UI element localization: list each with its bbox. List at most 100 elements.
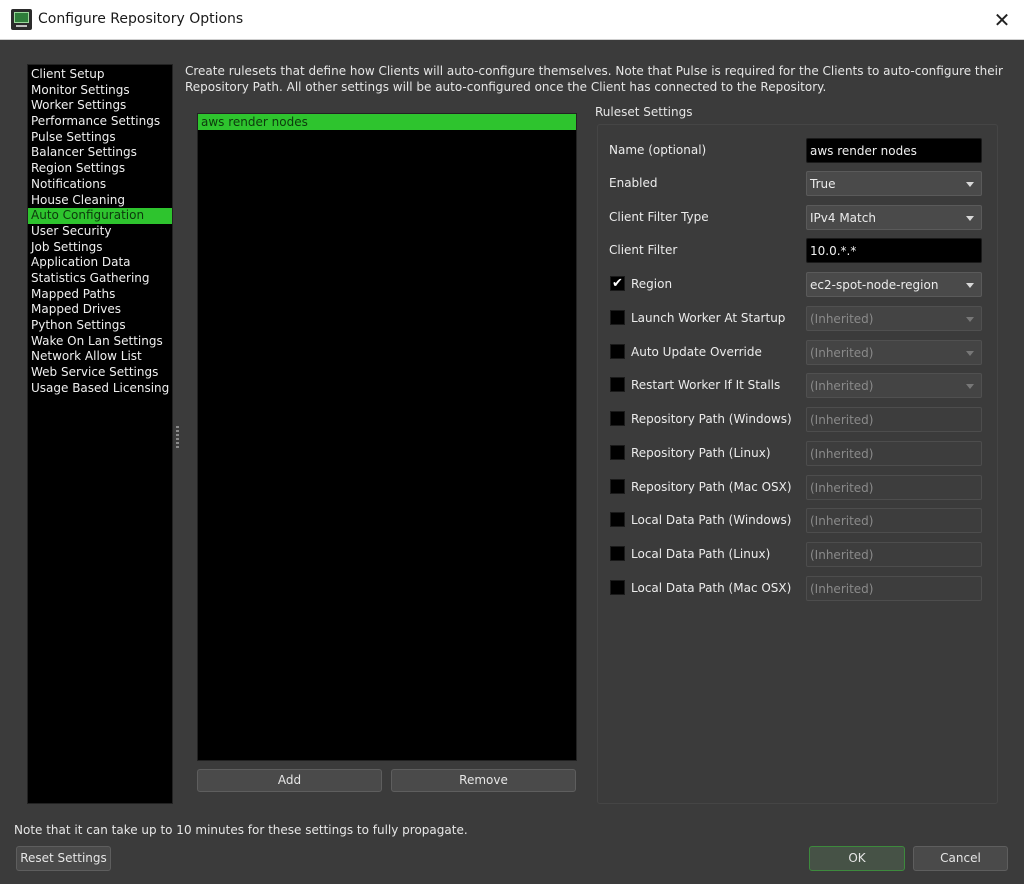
dialog-body: Client Setup Monitor Settings Worker Setti…: [0, 40, 1024, 884]
setting-row-restart-worker-if-it-stalls: Restart Worker If It Stalls (Inherited): [608, 373, 982, 399]
auto-update-override-checkbox[interactable]: [610, 344, 625, 359]
enabled-dropdown[interactable]: True: [806, 171, 982, 196]
sidebar-item-network-allow-list[interactable]: Network Allow List: [28, 349, 172, 365]
local-data-path-mac-osx-checkbox[interactable]: [610, 580, 625, 595]
setting-row-launch-worker-at-startup: Launch Worker At Startup (Inherited): [608, 306, 982, 332]
sidebar-item-statistics-gathering[interactable]: Statistics Gathering: [28, 271, 172, 287]
region-checkbox[interactable]: ✔: [610, 276, 625, 291]
repository-path-mac-osx-label: Repository Path (Mac OSX): [631, 480, 792, 494]
auto-update-override-dropdown: (Inherited): [806, 340, 982, 365]
repository-path-linux-checkbox[interactable]: [610, 445, 625, 460]
sidebar-item-worker-settings[interactable]: Worker Settings: [28, 98, 172, 114]
chevron-down-icon: [966, 384, 974, 389]
name-optional-input[interactable]: aws render nodes: [806, 138, 982, 163]
sidebar-item-client-setup[interactable]: Client Setup: [28, 67, 172, 83]
ruleset-list[interactable]: aws render nodes: [197, 113, 577, 761]
repository-path-mac-osx-value: (Inherited): [810, 481, 874, 495]
local-data-path-mac-osx-input: (Inherited): [806, 576, 982, 601]
sidebar-item-performance-settings[interactable]: Performance Settings: [28, 114, 172, 130]
reset-settings-button[interactable]: Reset Settings: [16, 846, 111, 871]
sidebar-item-python-settings[interactable]: Python Settings: [28, 318, 172, 334]
repository-path-linux-value: (Inherited): [810, 447, 874, 461]
setting-row-repository-path-linux: Repository Path (Linux) (Inherited): [608, 441, 982, 467]
checkmark-icon: ✔: [612, 276, 623, 291]
client-filter-type-dropdown[interactable]: IPv4 Match: [806, 205, 982, 230]
sidebar-item-job-settings[interactable]: Job Settings: [28, 240, 172, 256]
sidebar-item-notifications[interactable]: Notifications: [28, 177, 172, 193]
region-dropdown[interactable]: ec2-spot-node-region: [806, 272, 982, 297]
ruleset-settings-title: Ruleset Settings: [595, 105, 693, 119]
sidebar-item-wake-on-lan-settings[interactable]: Wake On Lan Settings: [28, 334, 172, 350]
repository-path-windows-value: (Inherited): [810, 413, 874, 427]
remove-button[interactable]: Remove: [391, 769, 576, 792]
setting-row-client-filter-type: Client Filter Type IPv4 Match: [608, 205, 982, 231]
local-data-path-mac-osx-label: Local Data Path (Mac OSX): [631, 581, 792, 595]
setting-row-repository-path-mac-osx: Repository Path (Mac OSX) (Inherited): [608, 475, 982, 501]
client-filter-type-label: Client Filter Type: [609, 210, 709, 224]
restart-worker-if-it-stalls-checkbox[interactable]: [610, 377, 625, 392]
setting-row-name-optional: Name (optional) aws render nodes: [608, 138, 982, 164]
sidebar-item-balancer-settings[interactable]: Balancer Settings: [28, 145, 172, 161]
sidebar-item-mapped-paths[interactable]: Mapped Paths: [28, 287, 172, 303]
restart-worker-if-it-stalls-label: Restart Worker If It Stalls: [631, 378, 781, 392]
repository-path-mac-osx-input: (Inherited): [806, 475, 982, 500]
add-button[interactable]: Add: [197, 769, 382, 792]
sidebar-item-usage-based-licensing[interactable]: Usage Based Licensing: [28, 381, 172, 397]
sidebar-item-web-service-settings[interactable]: Web Service Settings: [28, 365, 172, 381]
local-data-path-windows-label: Local Data Path (Windows): [631, 513, 792, 527]
settings-category-list[interactable]: Client Setup Monitor Settings Worker Setti…: [27, 64, 173, 804]
local-data-path-windows-value: (Inherited): [810, 514, 874, 528]
splitter-handle[interactable]: [174, 64, 182, 804]
sidebar-item-region-settings[interactable]: Region Settings: [28, 161, 172, 177]
name-optional-label: Name (optional): [609, 143, 707, 157]
cancel-button[interactable]: Cancel: [913, 846, 1008, 871]
monitor-icon: [11, 9, 32, 30]
sidebar-item-mapped-drives[interactable]: Mapped Drives: [28, 302, 172, 318]
repository-path-windows-input: (Inherited): [806, 407, 982, 432]
region-value: ec2-spot-node-region: [810, 278, 939, 292]
chevron-down-icon: [966, 182, 974, 187]
local-data-path-linux-checkbox[interactable]: [610, 546, 625, 561]
enabled-value: True: [810, 177, 836, 191]
chevron-down-icon: [966, 351, 974, 356]
chevron-down-icon: [966, 216, 974, 221]
setting-row-local-data-path-windows: Local Data Path (Windows) (Inherited): [608, 508, 982, 534]
client-filter-type-value: IPv4 Match: [810, 211, 876, 225]
repository-path-linux-input: (Inherited): [806, 441, 982, 466]
client-filter-value: 10.0.*.*: [810, 244, 857, 258]
window-title: Configure Repository Options: [38, 11, 244, 27]
sidebar-item-user-security[interactable]: User Security: [28, 224, 172, 240]
setting-row-region: ✔ Region ec2-spot-node-region: [608, 272, 982, 298]
repository-path-mac-osx-checkbox[interactable]: [610, 479, 625, 494]
restart-worker-if-it-stalls-value: (Inherited): [810, 379, 874, 393]
setting-row-auto-update-override: Auto Update Override (Inherited): [608, 340, 982, 366]
local-data-path-windows-input: (Inherited): [806, 508, 982, 533]
sidebar-item-pulse-settings[interactable]: Pulse Settings: [28, 130, 172, 146]
grip-icon: [176, 426, 179, 448]
description-text: Create rulesets that define how Clients …: [185, 64, 1003, 94]
launch-worker-at-startup-dropdown: (Inherited): [806, 306, 982, 331]
sidebar-item-application-data[interactable]: Application Data: [28, 255, 172, 271]
local-data-path-linux-value: (Inherited): [810, 548, 874, 562]
ruleset-item[interactable]: aws render nodes: [198, 114, 576, 130]
title-bar: Configure Repository Options ✕: [0, 0, 1024, 40]
client-filter-input[interactable]: 10.0.*.*: [806, 238, 982, 263]
local-data-path-linux-label: Local Data Path (Linux): [631, 547, 771, 561]
repository-path-linux-label: Repository Path (Linux): [631, 446, 771, 460]
repository-path-windows-checkbox[interactable]: [610, 411, 625, 426]
region-label: Region: [631, 277, 673, 291]
setting-row-repository-path-windows: Repository Path (Windows) (Inherited): [608, 407, 982, 433]
local-data-path-windows-checkbox[interactable]: [610, 512, 625, 527]
sidebar-item-auto-configuration[interactable]: Auto Configuration: [28, 208, 172, 224]
repository-path-windows-label: Repository Path (Windows): [631, 412, 792, 426]
chevron-down-icon: [966, 283, 974, 288]
ok-button[interactable]: OK: [809, 846, 905, 871]
launch-worker-at-startup-checkbox[interactable]: [610, 310, 625, 325]
auto-update-override-label: Auto Update Override: [631, 345, 762, 359]
sidebar-item-monitor-settings[interactable]: Monitor Settings: [28, 83, 172, 99]
local-data-path-linux-input: (Inherited): [806, 542, 982, 567]
propagation-note: Note that it can take up to 10 minutes f…: [14, 823, 468, 837]
close-button[interactable]: ✕: [990, 8, 1014, 32]
launch-worker-at-startup-label: Launch Worker At Startup: [631, 311, 786, 325]
sidebar-item-house-cleaning[interactable]: House Cleaning: [28, 193, 172, 209]
